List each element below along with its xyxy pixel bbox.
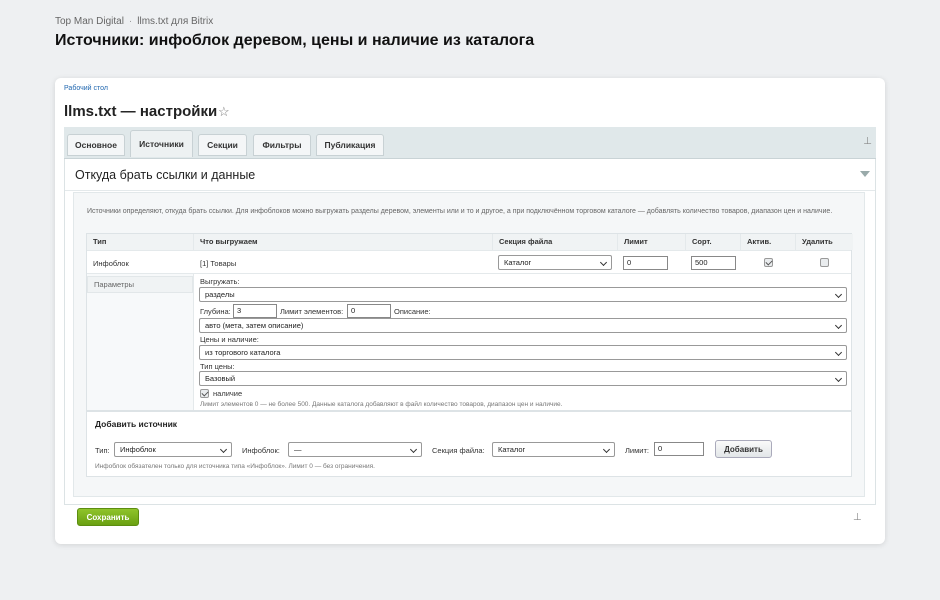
- prices-select[interactable]: из торгового каталога: [199, 345, 847, 360]
- desktop-link[interactable]: Рабочий стол: [64, 85, 108, 92]
- col-limit: Лимит: [618, 234, 686, 250]
- col-what: Что выгружаем: [194, 234, 493, 250]
- section-title: Откуда брать ссылки и данные: [75, 168, 256, 182]
- col-delete: Удалить: [796, 234, 853, 250]
- row-type: Инфоблок: [93, 259, 129, 268]
- section-description: Источники определяют, откуда брать ссылк…: [87, 208, 833, 215]
- add-limit-input[interactable]: 0: [654, 442, 704, 456]
- row-file-section-select[interactable]: Каталог: [498, 255, 612, 270]
- availability-checkbox[interactable]: [200, 389, 209, 398]
- tab-main[interactable]: Основное: [67, 134, 125, 156]
- page-title: Источники: инфоблок деревом, цены и нали…: [55, 32, 535, 49]
- sources-panel: Источники определяют, откуда брать ссылк…: [73, 192, 865, 497]
- sources-section: Откуда брать ссылки и данные Источники о…: [64, 159, 876, 505]
- collapse-icon[interactable]: [860, 171, 870, 177]
- row-sort-input[interactable]: 500: [691, 256, 736, 270]
- breadcrumb-module[interactable]: llms.txt для Bitrix: [137, 16, 213, 27]
- col-file-section: Секция файла: [493, 234, 618, 250]
- add-section-select[interactable]: Каталог: [492, 442, 615, 457]
- params-cell: Параметры: [87, 274, 194, 410]
- table-row: Инфоблок [1] Товары Каталог 0 500: [87, 250, 851, 274]
- price-type-label: Тип цены:: [200, 362, 235, 371]
- breadcrumb-company[interactable]: Top Man Digital: [55, 16, 124, 27]
- availability-label: наличие: [213, 389, 243, 398]
- description-select[interactable]: авто (мета, затем описание): [199, 318, 847, 333]
- add-source-title: Добавить источник: [95, 419, 178, 429]
- breadcrumb-separator: ·: [128, 16, 133, 27]
- footer-pin-icon[interactable]: ⊥: [853, 512, 862, 523]
- row-what: [1] Товары: [200, 259, 237, 268]
- pin-icon[interactable]: ⊥: [863, 136, 872, 147]
- add-source-button[interactable]: Добавить: [715, 440, 772, 458]
- settings-card: Рабочий стол llms.txt — настройки ☆ Осно…: [55, 78, 885, 544]
- col-sort: Сорт.: [686, 234, 741, 250]
- price-type-select[interactable]: Базовый: [199, 371, 847, 386]
- tab-sources[interactable]: Источники: [130, 130, 193, 157]
- add-type-select[interactable]: Инфоблок: [114, 442, 232, 457]
- section-header[interactable]: Откуда брать ссылки и данные: [65, 159, 875, 191]
- tab-bar: Основное Источники Секции Фильтры Публик…: [64, 127, 876, 159]
- tab-sections[interactable]: Секции: [198, 134, 247, 156]
- col-active: Актив.: [741, 234, 796, 250]
- prices-label: Цены и наличие:: [200, 335, 259, 344]
- params-row: Параметры Выгружать: разделы Глубина: 3 …: [87, 274, 851, 410]
- add-type-label: Тип:: [95, 446, 110, 455]
- sources-table: Тип Что выгружаем Секция файла Лимит Сор…: [86, 233, 853, 411]
- params-label: Параметры: [87, 276, 193, 293]
- tab-publish[interactable]: Публикация: [316, 134, 384, 156]
- export-label: Выгружать:: [200, 277, 240, 286]
- breadcrumb: Top Man Digital · llms.txt для Bitrix: [55, 16, 213, 27]
- params-note: Лимит элементов 0 — не более 500. Данные…: [200, 401, 563, 408]
- star-icon[interactable]: ☆: [218, 104, 230, 120]
- add-limit-label: Лимит:: [625, 446, 649, 455]
- row-active-checkbox[interactable]: [764, 258, 773, 267]
- export-select[interactable]: разделы: [199, 287, 847, 302]
- elements-limit-input[interactable]: 0: [347, 304, 391, 318]
- card-title: llms.txt — настройки: [64, 103, 218, 120]
- description-label: Описание:: [394, 307, 431, 316]
- depth-label: Глубина:: [200, 307, 231, 316]
- add-source-note: Инфоблок обязателен только для источника…: [95, 463, 375, 470]
- col-type: Тип: [87, 234, 194, 250]
- tab-filters[interactable]: Фильтры: [253, 134, 311, 156]
- add-iblock-label: Инфоблок:: [242, 446, 280, 455]
- save-button[interactable]: Сохранить: [77, 508, 139, 526]
- row-limit-input[interactable]: 0: [623, 256, 668, 270]
- row-delete-checkbox[interactable]: [820, 258, 829, 267]
- add-source-panel: Добавить источник Тип: Инфоблок Инфоблок…: [86, 411, 852, 477]
- depth-input[interactable]: 3: [233, 304, 277, 318]
- elements-limit-label: Лимит элементов:: [280, 307, 344, 316]
- add-section-label: Секция файла:: [432, 446, 485, 455]
- add-iblock-select[interactable]: —: [288, 442, 422, 457]
